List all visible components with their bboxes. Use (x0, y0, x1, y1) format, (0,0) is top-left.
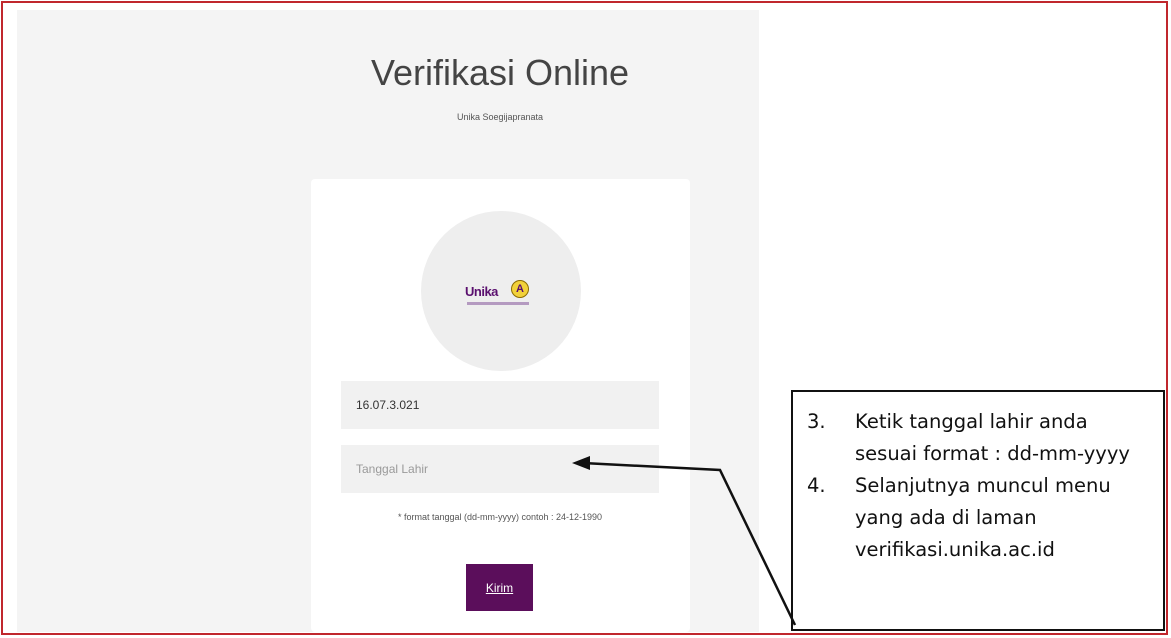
logo-badge: A (511, 280, 529, 298)
page-title: Verifikasi Online (370, 52, 630, 93)
instruction-item: 4. Selanjutnya muncul menu yang ada di l… (807, 470, 1145, 566)
unika-logo-icon: Unika A (465, 280, 537, 314)
instruction-number: 3. (807, 410, 826, 433)
instruction-callout: 3. Ketik tanggal lahir anda sesuai forma… (791, 390, 1165, 631)
nim-input[interactable] (341, 381, 659, 429)
instruction-number: 4. (807, 474, 826, 497)
logo-text: Unika (465, 284, 498, 299)
logo-underline (467, 302, 529, 305)
submit-button[interactable]: Kirim (466, 564, 533, 611)
instruction-item: 3. Ketik tanggal lahir anda sesuai forma… (807, 406, 1145, 470)
date-format-hint: * format tanggal (dd-mm-yyyy) contoh : 2… (397, 512, 603, 522)
instruction-text: Selanjutnya muncul menu yang ada di lama… (855, 474, 1111, 561)
birth-date-input[interactable] (341, 445, 659, 493)
page-subtitle: Unika Soegijapranata (456, 112, 544, 122)
instruction-text: Ketik tanggal lahir anda sesuai format :… (855, 410, 1130, 465)
